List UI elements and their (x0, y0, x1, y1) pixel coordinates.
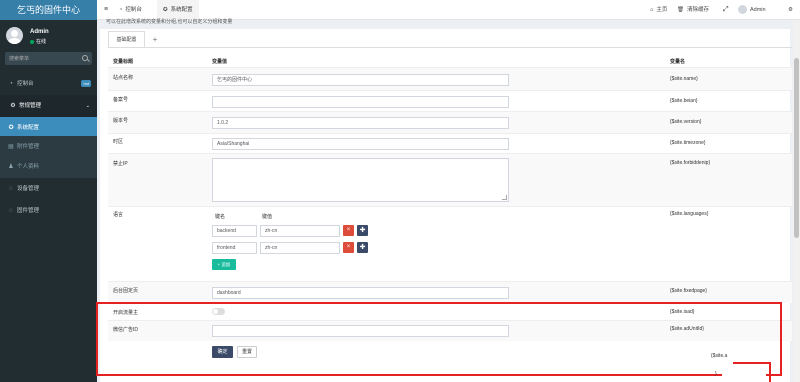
highlight-line (769, 362, 771, 382)
fixed-page-input[interactable]: dashboard (212, 287, 509, 299)
admin-menu[interactable]: Admin (738, 0, 766, 20)
drag-handle-icon[interactable]: ✚ (357, 225, 368, 236)
tab-label: 系统配置 (170, 7, 193, 13)
row-label: 后台固定页 (113, 288, 139, 294)
row-label: 时区 (113, 139, 124, 145)
settings-gear-icon[interactable]: ⚙ (788, 0, 793, 20)
highlight-box (96, 302, 782, 376)
hot-badge: hot (81, 80, 91, 87)
header-name: 变量名 (670, 59, 686, 65)
sidebar-item-label: 常规管理 (19, 103, 42, 109)
tab-base-config[interactable]: 基础配置 (108, 31, 145, 48)
user-panel: Admin 在线 (0, 20, 97, 50)
admin-avatar (738, 5, 747, 15)
append-button[interactable]: + 追加 (212, 259, 236, 270)
search-icon[interactable] (82, 55, 88, 61)
scrollbar-thumb[interactable] (794, 58, 799, 238)
row-label: 版本号 (113, 118, 129, 124)
version-input[interactable]: 1.0.2 (212, 117, 509, 129)
overlay-patch (722, 353, 766, 382)
forbidden-ip-textarea[interactable] (212, 158, 509, 202)
lang-value-input[interactable]: zh-cn (260, 242, 340, 254)
sidebar-item-general[interactable]: ⚙ 常规管理 ⌄ (0, 95, 97, 117)
timezone-input[interactable]: Asia/Shanghai (212, 138, 509, 150)
home-link[interactable]: ⌂ 主页 (650, 0, 667, 20)
divider (108, 47, 792, 48)
home-icon: ⌂ (650, 7, 654, 13)
tab-config[interactable]: ✪ 系统配置 (157, 0, 199, 20)
sidebar-item-dashboard[interactable]: ◔ 控制台 hot (0, 73, 97, 95)
row-label: 站点名称 (113, 75, 134, 81)
online-dot-icon (30, 39, 34, 44)
highlight-line (733, 362, 771, 364)
topbar: ≡ ◔ 控制台 ✪ 系统配置 ⌂ 主页 🗑 清除缓存 ⤢ Admin ⚙ (97, 0, 800, 20)
circle-icon: ◌ (9, 208, 13, 214)
sidebar-item-label: 附件管理 (17, 144, 40, 150)
sidebar-item-label: 控制台 (17, 81, 34, 87)
sidebar-item-label: 设备管理 (17, 186, 40, 192)
lang-key-input[interactable]: frontend (212, 242, 257, 254)
add-tab-button[interactable]: + (148, 31, 162, 48)
avatar (6, 27, 23, 44)
tab-dashboard[interactable]: ◔ 控制台 (119, 0, 142, 20)
dashboard-icon: ◔ (9, 81, 13, 87)
value-header: 键值 (262, 214, 273, 220)
divider (108, 206, 792, 207)
search-input[interactable] (5, 52, 75, 65)
cogs-icon: ⚙ (10, 103, 16, 109)
home-label: 主页 (656, 7, 668, 13)
row-var: {$site.beian} (670, 98, 698, 104)
clear-cache-button[interactable]: 🗑 清除缓存 (677, 0, 709, 20)
user-status: 在线 (30, 38, 46, 45)
user-status-text: 在线 (36, 39, 47, 45)
header-value: 变量值 (212, 59, 228, 65)
lang-value-input[interactable]: zh-cn (260, 225, 340, 237)
row-var: {$site.name} (670, 76, 698, 82)
tab-label: 控制台 (125, 7, 142, 13)
dashboard-icon: ◔ (119, 7, 123, 13)
admin-label: Admin (750, 7, 766, 13)
menu-toggle-icon[interactable]: ≡ (104, 0, 108, 20)
site-name-input[interactable]: 乞丐的固件中心 (212, 74, 509, 86)
sidebar-item-label: 系统配置 (17, 125, 40, 131)
row-var: {$site.version} (670, 119, 702, 125)
delete-button[interactable]: × (343, 225, 354, 236)
row-label: 备案号 (113, 97, 129, 103)
row-var: {$site.forbiddenip} (670, 160, 711, 166)
cog-icon: ✪ (163, 7, 168, 13)
divider (108, 90, 792, 91)
trash-icon: 🗑 (677, 7, 684, 13)
fullscreen-icon[interactable]: ⤢ (723, 0, 729, 20)
sidebar-item-label: 个人资料 (17, 164, 40, 170)
row-var: {$site.timezone} (670, 140, 706, 146)
circle-icon: ◌ (9, 186, 13, 192)
sidebar-item-label: 固件管理 (17, 208, 40, 214)
divider (108, 133, 792, 134)
user-icon: ♟ (8, 164, 14, 170)
drag-handle-icon[interactable]: ✚ (357, 242, 368, 253)
sidebar-item-profile[interactable]: ♟ 个人资料 (0, 156, 97, 178)
chevron-down-icon: ⌄ (85, 103, 90, 109)
row-var: {$site.languages} (670, 211, 709, 217)
sidebar-item-attachment[interactable]: ▤ 附件管理 (0, 136, 97, 158)
sidebar-search (5, 52, 92, 65)
delete-button[interactable]: × (343, 242, 354, 253)
header-title: 变量标题 (113, 59, 134, 65)
lang-key-input[interactable]: backend (212, 225, 257, 237)
file-icon: ▤ (8, 144, 14, 150)
app-logo[interactable]: 乞丐的固件中心 (0, 0, 97, 20)
row-label: 禁止IP (113, 161, 128, 167)
row-var: {$site.fixedpage} (670, 288, 707, 294)
sidebar-item-firmware[interactable]: ◌ 固件管理 (0, 200, 97, 222)
user-name: Admin (30, 29, 49, 35)
overlapping-var-text: {$site.a (711, 353, 728, 359)
sidebar-item-device[interactable]: ◌ 设备管理 (0, 178, 97, 200)
clear-cache-label: 清除缓存 (686, 7, 709, 13)
beian-input[interactable] (212, 96, 509, 108)
overlapping-bracket-text: } (715, 371, 717, 377)
notice-text: 可以在此增改系统的变量和分组,也可以自定义分组和变量 (106, 19, 233, 25)
row-label: 语言 (113, 212, 124, 218)
key-header: 键名 (215, 214, 226, 220)
